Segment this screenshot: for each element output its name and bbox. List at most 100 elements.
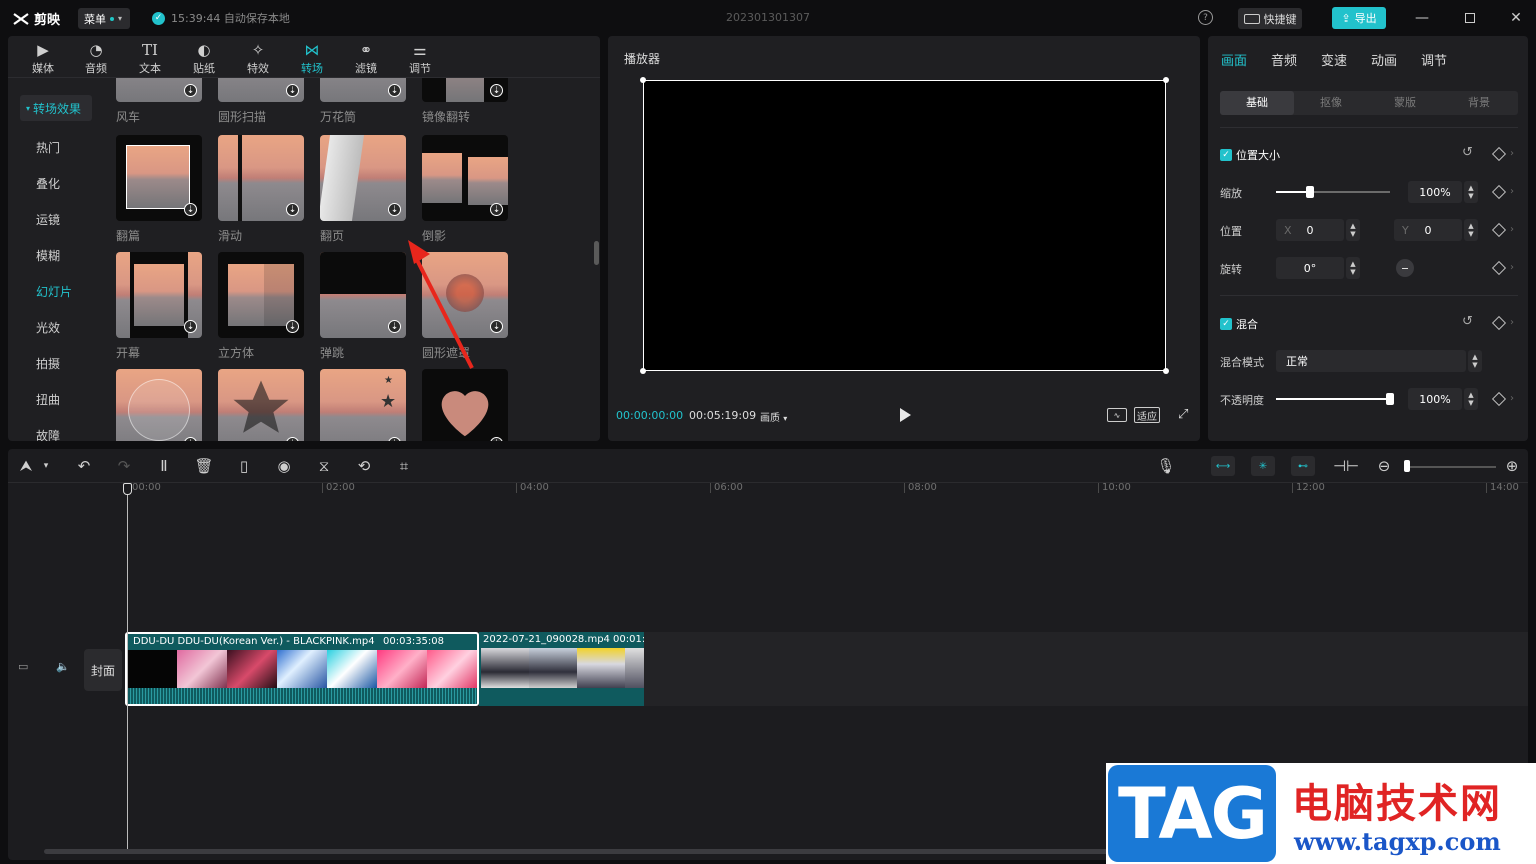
resize-handle[interactable] [1163,368,1169,374]
cover-button[interactable]: 封面 [84,649,122,691]
media-scrollbar[interactable] [594,241,599,265]
download-icon[interactable]: ⇣ [388,437,401,441]
download-icon[interactable]: ⇣ [286,203,299,216]
transition-tile-kaleidoscope[interactable]: ⇣ 万花筒 [320,78,406,125]
download-icon[interactable]: ⇣ [184,437,197,441]
zoom-slider[interactable] [1406,466,1496,468]
category-dissolve[interactable]: 叠化 [36,175,60,192]
transition-tile-windmill[interactable]: ⇣ 风车 [116,78,202,125]
rotation-stepper[interactable]: ▲ ▼ [1346,257,1360,279]
timeline-scrollbar[interactable] [44,849,1144,854]
download-icon[interactable]: ⇣ [490,320,503,333]
reset-icon[interactable]: ↺ [1462,314,1473,329]
tab-filter[interactable]: ⚭ 滤镜 [341,40,391,76]
quality-dropdown[interactable]: 画质 ▾ [760,409,787,424]
undo-icon[interactable]: ↶ [74,457,94,475]
tab-sticker[interactable]: ◐ 贴纸 [179,40,229,76]
preview-canvas[interactable] [640,77,1169,374]
maximize-icon[interactable] [1460,8,1480,28]
delete-icon[interactable]: 🗑 [194,457,214,475]
help-icon[interactable]: ? [1198,10,1213,25]
download-icon[interactable]: ⇣ [286,320,299,333]
select-cursor-icon[interactable]: ⮝ [16,457,36,475]
playhead[interactable] [127,483,128,853]
checkbox-icon[interactable]: ✓ [1220,318,1232,330]
microphone-icon[interactable]: 🎙 [1156,457,1176,475]
download-icon[interactable]: ⇣ [388,84,401,97]
position-y-stepper[interactable]: ▲ ▼ [1464,219,1478,241]
download-icon[interactable]: ⇣ [286,84,299,97]
timeline-clip-1[interactable]: DDU-DU DDU-DU(Korean Ver.) - BLACKPINK.m… [125,632,479,706]
position-y-input[interactable]: Y 0 [1394,219,1462,241]
auto-snap-icon[interactable]: ✳ [1251,456,1275,476]
transition-tile-page-turn[interactable]: ⇣ 翻篇 [116,135,202,244]
crop-icon[interactable]: ⌗ [394,457,414,475]
transition-tile-stars[interactable]: ★ ★ ⇣ [320,369,406,441]
playhead-handle[interactable] [123,483,132,495]
minimize-icon[interactable]: — [1412,8,1432,28]
download-icon[interactable]: ⇣ [286,437,299,441]
main-track-magnet-icon[interactable]: ⟷ [1211,456,1235,476]
category-head[interactable]: ▾ 转场效果 [20,95,92,121]
keyframe-icon[interactable] [1491,391,1507,407]
blend-mode-chevron-icon[interactable]: ▲ ▼ [1468,350,1482,372]
opacity-stepper[interactable]: ▲ ▼ [1464,388,1478,410]
shortcut-button[interactable]: 快捷键 [1238,8,1302,29]
tab-adjust[interactable]: ⚌ 调节 [395,40,445,76]
split-icon[interactable]: Ⅱ [154,457,174,475]
close-icon[interactable]: ✕ [1506,8,1526,28]
opacity-input[interactable]: 100% [1408,388,1462,410]
subtab-mask[interactable]: 蒙版 [1368,91,1442,115]
tab-adjust-props[interactable]: 调节 [1421,50,1447,69]
linkage-icon[interactable]: ⊷ [1291,456,1315,476]
reset-icon[interactable]: ↺ [1462,145,1473,160]
subtab-basic[interactable]: 基础 [1220,91,1294,115]
resize-handle[interactable] [1163,77,1169,83]
download-icon[interactable]: ⇣ [490,84,503,97]
download-icon[interactable]: ⇣ [490,437,503,441]
menu-button[interactable]: 菜单 ▾ [78,8,130,29]
position-x-stepper[interactable]: ▲ ▼ [1346,219,1360,241]
transition-tile-heart[interactable]: ⇣ [422,369,508,441]
subtab-background[interactable]: 背景 [1442,91,1516,115]
time-ruler[interactable]: 00:00 02:00 04:00 06:00 08:00 10:00 12:0… [128,483,1528,495]
download-icon[interactable]: ⇣ [388,203,401,216]
position-x-input[interactable]: X 0 [1276,219,1344,241]
preview-axis-icon[interactable]: ⊣⊢ [1333,457,1359,475]
category-blur[interactable]: 模糊 [36,247,60,264]
scale-input[interactable]: 100% [1408,181,1462,203]
timeline-clip-2[interactable]: 2022-07-21_090028.mp4 00:01:4 [479,632,644,706]
transition-tile-circle[interactable]: ⇣ [116,369,202,441]
category-light[interactable]: 光效 [36,319,60,336]
mirror-icon[interactable]: ⧖ [314,457,334,475]
freeze-frame-icon[interactable]: ▯ [234,457,254,475]
fullscreen-icon[interactable]: ⤢ [1178,407,1188,422]
section-position-size[interactable]: ✓ 位置大小 [1220,147,1280,163]
section-blend[interactable]: ✓ 混合 [1220,316,1258,332]
chevron-down-icon[interactable]: ▾ [36,461,56,471]
blend-mode-select[interactable]: 正常 [1276,350,1466,372]
category-hot[interactable]: 热门 [36,139,60,156]
keyframe-icon[interactable] [1491,260,1507,276]
subtab-keying[interactable]: 抠像 [1294,91,1368,115]
transition-tile-cube[interactable]: ⇣ 立方体 [218,252,304,361]
zoom-slider-handle[interactable] [1404,460,1410,472]
keyframe-icon[interactable] [1491,315,1507,331]
download-icon[interactable]: ⇣ [490,203,503,216]
download-icon[interactable]: ⇣ [184,84,197,97]
waveform-icon[interactable]: ∿ [1107,408,1127,422]
category-camera[interactable]: 运镜 [36,211,60,228]
track-video-icon[interactable]: ▭ [18,660,28,673]
zoom-in-icon[interactable]: ⊕ [1502,457,1522,475]
rotation-input[interactable]: 0° [1276,257,1344,279]
scale-slider[interactable] [1276,186,1390,198]
tab-audio[interactable]: ◔ 音频 [71,40,121,76]
scale-stepper[interactable]: ▲ ▼ [1464,181,1478,203]
keyframe-icon[interactable] [1491,146,1507,162]
reverse-play-icon[interactable]: ◉ [274,457,294,475]
download-icon[interactable]: ⇣ [184,320,197,333]
transition-tile-curtain[interactable]: ⇣ 开幕 [116,252,202,361]
category-distort[interactable]: 扭曲 [36,391,60,408]
ratio-button[interactable]: 适应 [1134,407,1160,423]
transition-tile-star[interactable]: ⇣ [218,369,304,441]
